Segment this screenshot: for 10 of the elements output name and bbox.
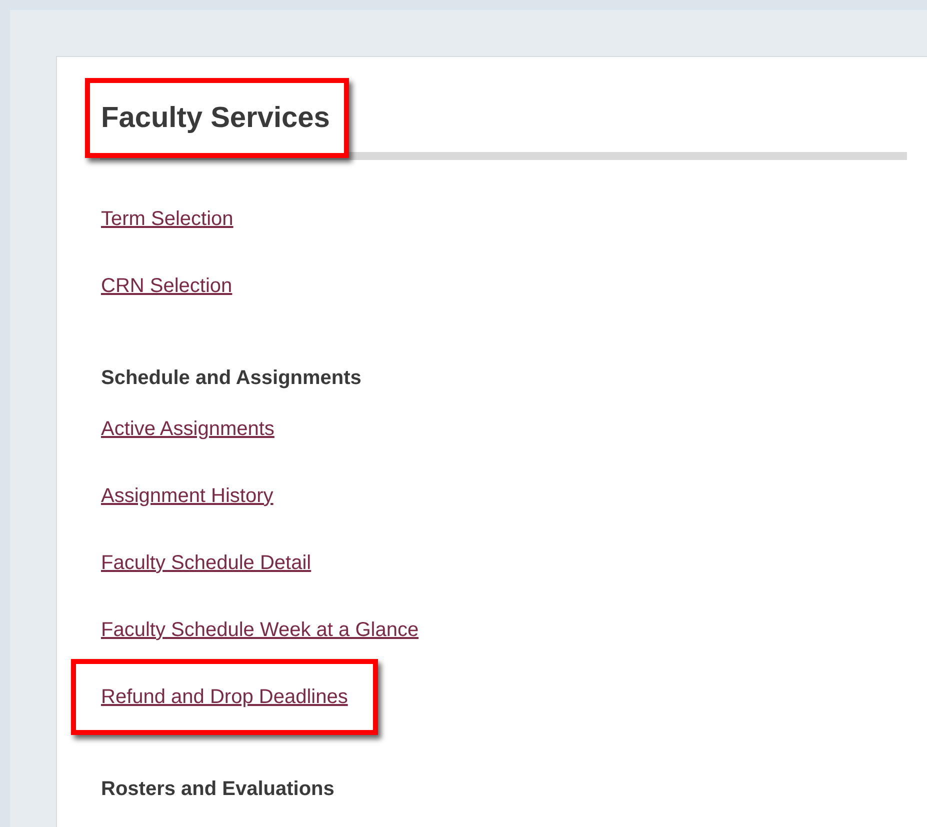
- page-title: Faculty Services: [101, 101, 330, 135]
- menu-link[interactable]: Assignment History: [101, 484, 274, 508]
- section-heading: Rosters and Evaluations: [101, 777, 334, 801]
- menu-link[interactable]: CRN Selection: [101, 274, 232, 298]
- menu-link[interactable]: Faculty Schedule Detail: [101, 551, 312, 575]
- menu-link[interactable]: Term Selection: [101, 207, 234, 231]
- menu-link[interactable]: Active Assignments: [101, 417, 274, 441]
- menu-link[interactable]: Faculty Schedule Week at a Glance: [101, 618, 419, 642]
- section-heading: Schedule and Assignments: [101, 366, 362, 390]
- menu-link[interactable]: Refund and Drop Deadlines: [101, 685, 348, 709]
